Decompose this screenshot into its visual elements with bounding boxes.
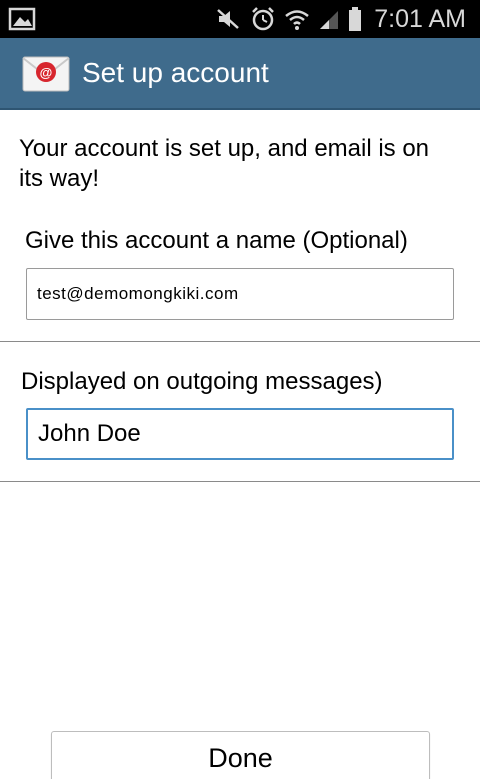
status-time: 7:01 AM [374,4,466,33]
status-bar: 7:01 AM [0,0,480,38]
your-name-label: Displayed on outgoing messages) [21,368,383,395]
setup-complete-message: Your account is set up, and email is on … [19,135,430,192]
account-name-value: test@demomongkiki.com [37,284,239,303]
divider [0,341,480,342]
svg-text:@: @ [40,65,53,80]
account-name-input[interactable]: test@demomongkiki.com [26,268,454,320]
divider [0,481,480,482]
your-name-value: John Doe [38,420,141,447]
alarm-icon [250,6,276,32]
gallery-icon [8,7,36,36]
signal-icon [318,8,340,30]
done-button[interactable]: Done [51,731,430,779]
page-title: Set up account [82,57,269,88]
battery-icon [348,6,362,32]
action-bar: @ Set up account [0,38,480,110]
status-icons: 7:01 AM [216,0,466,38]
account-name-label: Give this account a name (Optional) [25,227,408,254]
your-name-input[interactable]: John Doe [26,408,454,460]
wifi-icon [284,7,310,31]
email-app-icon: @ [22,54,70,94]
mute-icon [216,7,242,31]
